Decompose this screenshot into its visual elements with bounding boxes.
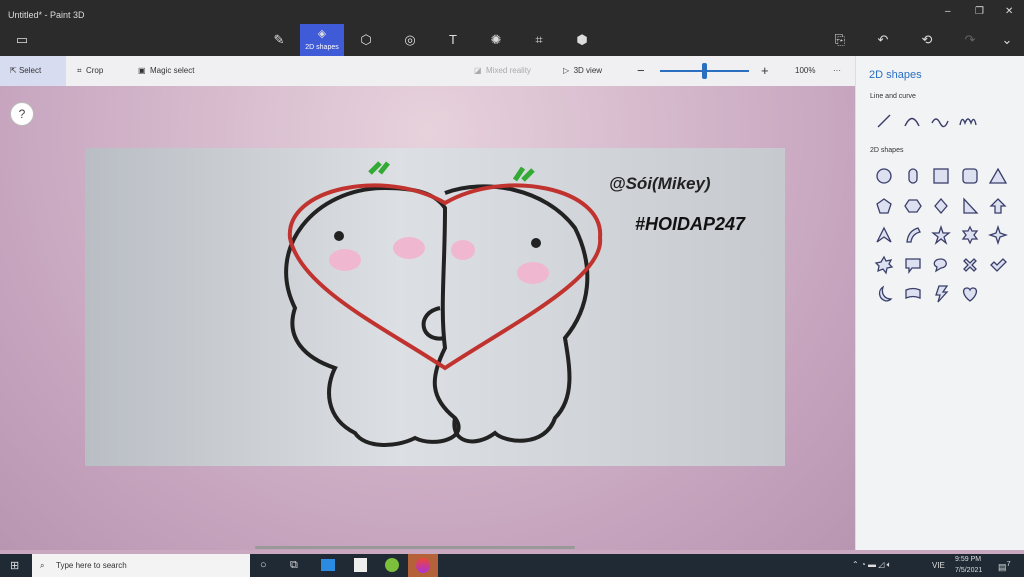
rounded-square-shape-icon[interactable] xyxy=(960,166,980,186)
taskbar-search[interactable]: ⌕ Type here to search xyxy=(32,554,250,577)
horizontal-scrollbar[interactable] xyxy=(255,546,575,549)
panel-title: 2D shapes xyxy=(869,69,922,81)
watermark-text-2: #HOIDAP247 xyxy=(635,214,746,234)
close-button[interactable]: ✕ xyxy=(1005,6,1013,17)
magic-select-label: Magic select xyxy=(150,66,195,75)
select-button[interactable]: ⇱ Select xyxy=(0,56,66,86)
curve-tool-icon[interactable] xyxy=(902,111,922,131)
mixed-reality-button[interactable]: ◪ Mixed reality xyxy=(474,56,531,86)
stickers-icon[interactable]: ◎ xyxy=(390,24,430,56)
brushes-icon[interactable]: ✎ xyxy=(259,24,299,56)
x-shape-shape-icon[interactable] xyxy=(960,255,980,275)
app-icon[interactable] xyxy=(385,558,399,572)
arrow-up-shape-icon[interactable] xyxy=(988,196,1008,216)
magic-select-button[interactable]: ▣ Magic select xyxy=(138,56,194,86)
cortana-icon[interactable]: ○ xyxy=(260,559,267,571)
speech-oval-shape-icon[interactable] xyxy=(931,255,951,275)
task-view-icon[interactable]: ⧉ xyxy=(290,559,298,572)
canvas-icon[interactable]: ⌗ xyxy=(519,24,559,56)
circle-shape-icon[interactable] xyxy=(874,166,894,186)
paint3d-taskbar-button[interactable] xyxy=(408,554,438,577)
right-triangle-shape-icon[interactable] xyxy=(960,196,980,216)
pentagon-shape-icon[interactable] xyxy=(874,196,894,216)
window-title: Untitled* - Paint 3D xyxy=(8,10,85,20)
zoom-in-button[interactable]: + xyxy=(761,56,769,86)
help-button[interactable]: ? xyxy=(10,102,34,126)
tab-2d-shapes-label: 2D shapes xyxy=(305,44,339,51)
notification-count: 7 xyxy=(1006,559,1011,568)
capsule-shape-icon[interactable] xyxy=(903,166,923,186)
zoom-level: 100% xyxy=(795,66,816,75)
select-label: Select xyxy=(18,66,42,75)
arc-shape-icon[interactable] xyxy=(903,225,923,245)
zoom-slider-thumb[interactable] xyxy=(702,63,707,79)
drawing xyxy=(284,161,603,447)
taskbar: ⊞ ⌕ Type here to search ○ ⧉ ⌃ ◔ ▬ ◿ 🔈︎ VI… xyxy=(0,554,1024,577)
star-6-shape-icon[interactable] xyxy=(960,225,980,245)
paint3d-icon xyxy=(416,558,430,573)
clock-date[interactable]: 7/5/2021 xyxy=(955,567,982,574)
tray-icons[interactable]: ⌃ ◔ ▬ ◿ 🔈︎ xyxy=(852,560,891,570)
star-4-shape-icon[interactable] xyxy=(988,225,1008,245)
mail-icon[interactable] xyxy=(321,559,335,571)
3d-shapes-icon[interactable]: ⬡ xyxy=(346,24,386,56)
shapes-panel: 2D shapes Line and curve 2D shapes xyxy=(855,56,1024,550)
store-icon[interactable] xyxy=(354,558,367,572)
main-toolbar: ▭ ✎ ◈ 2D shapes ⬡ ◎ T ✺ ⌗ ⬢ ⎘ ↶ ⟲ ↷ ⌄ xyxy=(0,24,1024,56)
line-tool-icon[interactable] xyxy=(874,111,894,131)
menu-button[interactable]: ▭ xyxy=(2,24,42,56)
3d-library-icon[interactable]: ⬢ xyxy=(562,24,602,56)
history-icon[interactable]: ⟲ xyxy=(907,24,947,56)
arrowhead-shape-icon[interactable] xyxy=(874,225,894,245)
wave-tool-icon[interactable] xyxy=(930,111,950,131)
shapes-heading: 2D shapes xyxy=(870,147,904,154)
characters-drawing xyxy=(284,184,590,447)
paste-icon[interactable]: ⎘ xyxy=(820,24,860,56)
hexagon-shape-icon[interactable] xyxy=(903,196,923,216)
star-5-shape-icon[interactable] xyxy=(931,225,951,245)
zoom-slider[interactable] xyxy=(660,56,749,86)
mixed-reality-label: Mixed reality xyxy=(486,66,531,75)
lines-heading: Line and curve xyxy=(870,93,916,100)
lightning-shape-icon[interactable] xyxy=(931,284,951,304)
search-icon: ⌕ xyxy=(40,561,45,570)
heart-shape-icon[interactable] xyxy=(960,284,980,304)
burst-shape-icon[interactable] xyxy=(874,255,894,275)
2d-shapes-icon: ◈ xyxy=(317,28,327,40)
watermark-text-1: @Sói(Mikey) xyxy=(609,174,711,193)
moon-shape-icon[interactable] xyxy=(874,284,894,304)
3d-view-button[interactable]: ▷ 3D view xyxy=(563,56,602,86)
checkmark-shape-icon[interactable] xyxy=(988,255,1008,275)
effects-icon[interactable]: ✺ xyxy=(476,24,516,56)
restore-button[interactable]: ❐ xyxy=(975,6,984,17)
tab-2d-shapes[interactable]: ◈ 2D shapes xyxy=(300,24,344,56)
expand-icon[interactable]: ⌄ xyxy=(987,24,1024,56)
crop-button[interactable]: ⌗ Crop xyxy=(77,56,103,86)
zigzag-curve-tool-icon[interactable] xyxy=(958,111,978,131)
canvas-image[interactable]: @Sói(Mikey) #HOIDAP247 xyxy=(85,148,785,466)
start-button[interactable]: ⊞ xyxy=(10,559,19,572)
speech-rect-shape-icon[interactable] xyxy=(903,255,923,275)
banner-shape-icon[interactable] xyxy=(903,284,923,304)
crop-label: Crop xyxy=(85,66,104,75)
undo-icon[interactable]: ↶ xyxy=(863,24,903,56)
square-shape-icon[interactable] xyxy=(931,166,951,186)
diamond-shape-icon[interactable] xyxy=(931,196,951,216)
minimize-button[interactable]: – xyxy=(945,6,951,17)
text-icon[interactable]: T xyxy=(433,24,473,56)
search-placeholder: Type here to search xyxy=(56,561,127,570)
notifications-icon[interactable]: ▤7 xyxy=(998,559,1011,573)
clock-time[interactable]: 9:59 PM xyxy=(955,556,981,563)
redo-icon[interactable]: ↷ xyxy=(950,24,990,56)
sub-toolbar: ⇱ Select ⌗ Crop ▣ Magic select ◪ Mixed r… xyxy=(0,56,855,86)
language-indicator[interactable]: VIE xyxy=(932,561,945,570)
triangle-shape-icon[interactable] xyxy=(988,166,1008,186)
3d-view-label: 3D view xyxy=(573,66,603,75)
zoom-out-button[interactable]: − xyxy=(637,56,645,86)
more-button[interactable]: ··· xyxy=(833,56,841,86)
